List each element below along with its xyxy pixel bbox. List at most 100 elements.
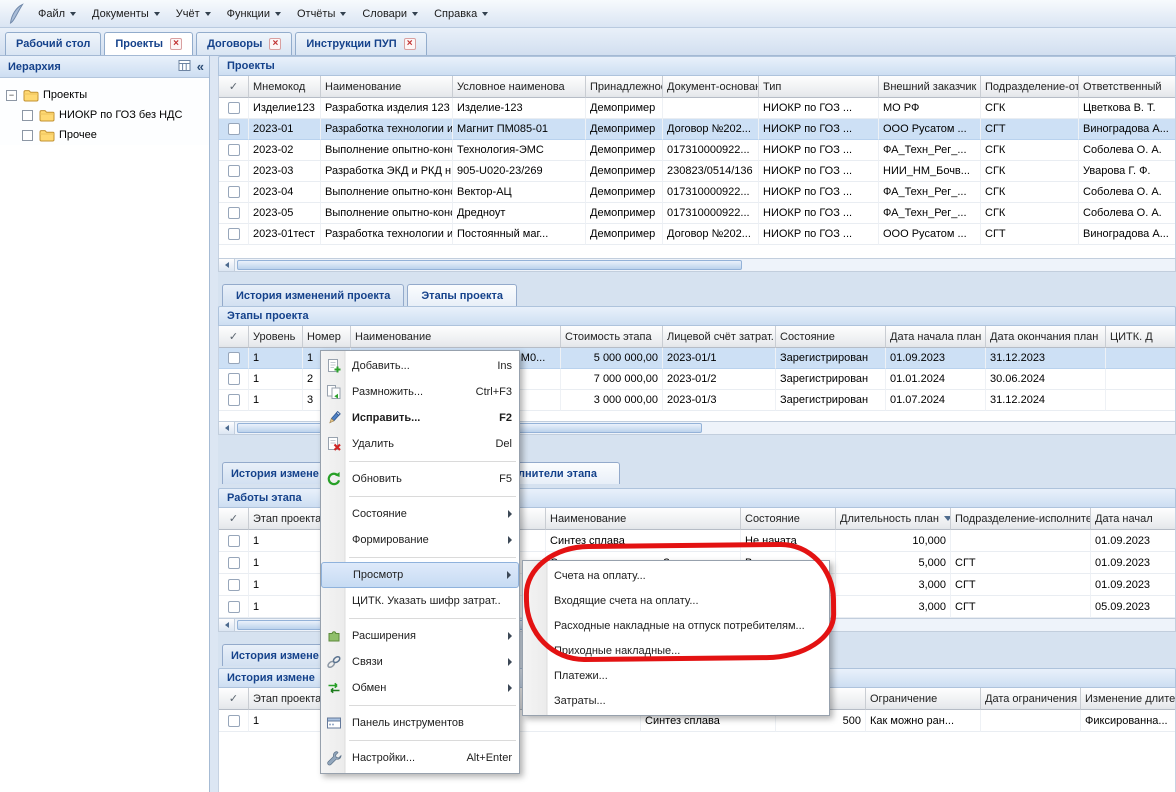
submenu-item[interactable]: Входящие счета на оплату... xyxy=(523,588,829,613)
projects-hscrollbar[interactable] xyxy=(218,258,1176,272)
table-row[interactable]: 2023-04Выполнение опытно-конс...Вектор-А… xyxy=(219,182,1176,203)
row-checkbox[interactable] xyxy=(228,579,240,591)
scroll-thumb[interactable] xyxy=(237,260,742,270)
row-checkbox[interactable] xyxy=(228,352,240,364)
table-row[interactable]: 2023-03Разработка ЭКД и РКД н...905-U020… xyxy=(219,161,1176,182)
table-row[interactable]: 2023-02Выполнение опытно-конс...Технолог… xyxy=(219,140,1176,161)
row-checkbox[interactable] xyxy=(228,123,240,135)
context-menu-item[interactable]: Добавить...Ins xyxy=(321,353,519,379)
submenu-item[interactable]: Затраты... xyxy=(523,688,829,713)
panel-splitter[interactable] xyxy=(210,56,218,792)
column-header[interactable]: Длительность план xyxy=(836,508,951,530)
column-header[interactable]: Состояние xyxy=(776,326,886,348)
submenu-item[interactable]: Платежи... xyxy=(523,663,829,688)
workspace-tab[interactable]: Договоры× xyxy=(196,32,292,55)
workspace-tab[interactable]: Рабочий стол xyxy=(5,32,101,55)
column-header[interactable]: Подразделение-от xyxy=(981,76,1079,98)
column-header[interactable]: ЦИТК. Д xyxy=(1106,326,1176,348)
close-tab-icon[interactable]: × xyxy=(404,38,416,50)
close-tab-icon[interactable]: × xyxy=(269,38,281,50)
menubar-item[interactable]: Отчёты xyxy=(289,4,354,24)
scroll-left-button[interactable] xyxy=(219,619,235,631)
context-menu-item[interactable]: Просмотр xyxy=(321,562,519,588)
submenu-item[interactable]: Счета на оплату... xyxy=(523,563,829,588)
select-all-header[interactable]: ✓ xyxy=(219,326,249,348)
context-menu-item[interactable]: Панель инструментов xyxy=(321,710,519,736)
menubar-item[interactable]: Файл xyxy=(30,4,84,24)
column-header[interactable]: Этап проекта xyxy=(249,508,331,530)
select-all-header[interactable]: ✓ xyxy=(219,76,249,98)
column-header[interactable]: Документ-основан xyxy=(663,76,759,98)
row-checkbox[interactable] xyxy=(228,186,240,198)
row-checkbox[interactable] xyxy=(228,165,240,177)
tree-node[interactable]: НИОКР по ГОЗ без НДС xyxy=(0,105,209,125)
column-header[interactable]: Принадлежность xyxy=(586,76,663,98)
scroll-left-button[interactable] xyxy=(219,422,235,434)
menubar-item[interactable]: Документы xyxy=(84,4,168,24)
row-checkbox[interactable] xyxy=(228,715,240,727)
row-checkbox[interactable] xyxy=(228,557,240,569)
row-checkbox[interactable] xyxy=(228,207,240,219)
tree-expander-icon[interactable]: − xyxy=(6,90,17,101)
row-checkbox[interactable] xyxy=(228,102,240,114)
tree-expander-icon[interactable] xyxy=(22,110,33,121)
close-tab-icon[interactable]: × xyxy=(170,38,182,50)
tree-node[interactable]: Прочее xyxy=(0,125,209,145)
column-header[interactable]: Уровень xyxy=(249,326,303,348)
menubar-item[interactable]: Функции xyxy=(219,4,289,24)
row-checkbox[interactable] xyxy=(228,601,240,613)
select-all-header[interactable]: ✓ xyxy=(219,508,249,530)
column-header[interactable]: Изменение длите xyxy=(1081,688,1176,710)
column-header[interactable]: Дата окончания план xyxy=(986,326,1106,348)
context-menu-item[interactable]: Связи xyxy=(321,649,519,675)
row-checkbox[interactable] xyxy=(228,535,240,547)
hierarchy-grid-icon[interactable] xyxy=(178,59,191,75)
column-header[interactable]: Условное наименова xyxy=(453,76,586,98)
column-header[interactable]: Номер xyxy=(303,326,351,348)
submenu-item[interactable]: Приходные накладные... xyxy=(523,638,829,663)
menubar-item[interactable]: Справка xyxy=(426,4,496,24)
row-checkbox[interactable] xyxy=(228,144,240,156)
column-header[interactable]: Наименование xyxy=(351,326,561,348)
column-header[interactable]: Наименование xyxy=(321,76,453,98)
column-header[interactable]: Ограничение xyxy=(866,688,981,710)
context-menu-item[interactable]: Исправить...F2 xyxy=(321,405,519,431)
column-header[interactable]: Стоимость этапа xyxy=(561,326,663,348)
column-header[interactable]: Внешний заказчик xyxy=(879,76,981,98)
menubar-item[interactable]: Учёт xyxy=(168,4,219,24)
context-menu-item[interactable]: Размножить...Ctrl+F3 xyxy=(321,379,519,405)
context-menu-item[interactable]: ЦИТК. Указать шифр затрат.. xyxy=(321,588,519,614)
context-menu-item[interactable]: Настройки...Alt+Enter xyxy=(321,745,519,771)
column-header[interactable]: Дата начал xyxy=(1091,508,1176,530)
column-header[interactable]: Лицевой счёт затрат. xyxy=(663,326,776,348)
column-header[interactable]: Тип xyxy=(759,76,879,98)
context-menu-item[interactable]: УдалитьDel xyxy=(321,431,519,457)
context-menu-item[interactable]: Расширения xyxy=(321,623,519,649)
menubar-item[interactable]: Словари xyxy=(354,4,426,24)
column-header[interactable]: Ответственный xyxy=(1079,76,1176,98)
context-menu-item[interactable]: Обмен xyxy=(321,675,519,701)
column-header[interactable]: Дата начала план xyxy=(886,326,986,348)
context-menu-item[interactable]: Состояние xyxy=(321,501,519,527)
stage-subtab[interactable]: История изменений проекта xyxy=(222,284,404,306)
collapse-panel-icon[interactable] xyxy=(197,59,204,74)
submenu-item[interactable]: Расходные накладные на отпуск потребител… xyxy=(523,613,829,638)
select-all-header[interactable]: ✓ xyxy=(219,688,249,710)
column-header[interactable]: Наименование xyxy=(546,508,741,530)
context-menu-item[interactable]: Формирование xyxy=(321,527,519,553)
stage-subtab[interactable]: Этапы проекта xyxy=(407,284,517,306)
table-row[interactable]: Изделие123Разработка изделия 123Изделие-… xyxy=(219,98,1176,119)
row-checkbox[interactable] xyxy=(228,394,240,406)
column-header[interactable]: Состояние xyxy=(741,508,836,530)
tree-node[interactable]: −Проекты xyxy=(0,85,209,105)
row-checkbox[interactable] xyxy=(228,373,240,385)
column-header[interactable]: Дата ограничения xyxy=(981,688,1081,710)
table-row[interactable]: 2023-05Выполнение опытно-конс...Дредноут… xyxy=(219,203,1176,224)
row-checkbox[interactable] xyxy=(228,228,240,240)
column-header[interactable]: Этап проекта xyxy=(249,688,331,710)
tree-expander-icon[interactable] xyxy=(22,130,33,141)
workspace-tab[interactable]: Инструкции ПУП× xyxy=(295,32,426,55)
scroll-left-button[interactable] xyxy=(219,259,235,271)
table-row[interactable]: 2023-01Разработка технологии и...Магнит … xyxy=(219,119,1176,140)
column-header[interactable]: Мнемокод xyxy=(249,76,321,98)
